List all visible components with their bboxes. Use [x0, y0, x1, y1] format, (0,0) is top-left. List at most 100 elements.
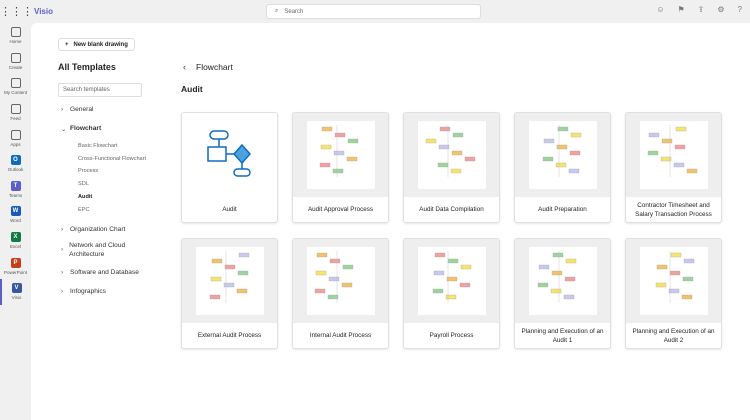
folder-icon: [10, 78, 21, 89]
template-thumbnail: [626, 239, 721, 323]
rail-item-teams[interactable]: T Teams: [0, 177, 31, 203]
new-blank-label: New blank drawing: [73, 41, 128, 48]
rail-label: My Content: [3, 90, 27, 96]
template-label: Audit Data Compilation: [419, 206, 484, 214]
help-icon[interactable]: ?: [738, 5, 742, 14]
search-templates-input[interactable]: Search templates: [58, 83, 142, 97]
excel-icon: X: [10, 232, 21, 243]
rail-label: Home: [9, 39, 22, 45]
category-flowchart[interactable]: ⌄ Flowchart: [61, 125, 101, 133]
plus-icon: +: [65, 41, 69, 48]
template-thumbnail: [404, 239, 499, 323]
word-icon: W: [10, 206, 21, 217]
search-icon: ⌕: [275, 8, 279, 14]
category-software-database[interactable]: › Software and Database: [61, 269, 139, 276]
back-arrow-icon[interactable]: ‹: [183, 62, 186, 72]
rail-item-home[interactable]: Home: [0, 23, 31, 49]
section-title: Audit: [181, 84, 203, 94]
powerpoint-icon: P: [10, 257, 21, 268]
template-card[interactable]: Audit Data Compilation: [403, 112, 500, 223]
category-label: General: [70, 106, 94, 113]
share-icon[interactable]: ⇪: [698, 5, 705, 14]
template-card[interactable]: External Audit Process: [181, 238, 278, 349]
template-thumbnail: [293, 113, 388, 197]
chevron-down-icon: ⌄: [61, 126, 67, 133]
rail-label: Word: [10, 218, 21, 224]
subitem-sdl[interactable]: SDL: [78, 181, 89, 187]
app-rail: Home Create My Content Feed Apps O Outlook T Tea…: [0, 23, 31, 420]
rail-label: Excel: [9, 244, 21, 250]
template-label: Planning and Execution of an Audit 2: [632, 328, 715, 344]
subitem-basic-flowchart[interactable]: Basic Flowchart: [78, 143, 117, 149]
category-label: Infographics: [70, 288, 106, 295]
template-thumbnail: [515, 239, 610, 323]
rail-label: Apps: [10, 141, 21, 147]
subitem-cross-functional[interactable]: Cross-Functional Flowchart: [78, 156, 146, 162]
template-card[interactable]: Contractor Timesheet and Salary Transact…: [625, 112, 722, 223]
template-card[interactable]: Audit Approval Process: [292, 112, 389, 223]
template-thumbnail: [515, 113, 610, 197]
category-label: Organization Chart: [70, 226, 126, 233]
rail-item-create[interactable]: Create: [0, 49, 31, 75]
top-bar: ⋮⋮⋮ Visio ⌕ Search ☺ ⚑ ⇪ ⚙ ?: [0, 0, 750, 23]
app-name[interactable]: Visio: [34, 7, 53, 16]
category-label: Network and Cloud Architecture: [69, 242, 126, 258]
category-network[interactable]: › Network and Cloud Architecture: [61, 242, 141, 260]
rail-item-powerpoint[interactable]: P PowerPoint: [0, 253, 31, 279]
category-infographics[interactable]: › Infographics: [61, 288, 106, 295]
template-thumbnail: [404, 113, 499, 197]
flag-icon[interactable]: ⚑: [678, 5, 685, 14]
template-label: Planning and Execution of an Audit 1: [521, 328, 604, 344]
rail-label: Create: [8, 64, 23, 70]
new-blank-drawing-button[interactable]: + New blank drawing: [58, 38, 135, 51]
search-input[interactable]: ⌕ Search: [266, 4, 481, 19]
rail-label: PowerPoint: [3, 269, 27, 275]
rail-item-apps[interactable]: Apps: [0, 125, 31, 151]
template-label: External Audit Process: [197, 332, 262, 340]
all-templates-heading: All Templates: [58, 62, 116, 72]
template-thumbnail: [293, 239, 388, 323]
feed-icon: [10, 104, 21, 115]
search-placeholder: Search: [284, 8, 304, 15]
rail-item-my-content[interactable]: My Content: [0, 74, 31, 100]
chevron-right-icon: ›: [61, 226, 64, 233]
template-card[interactable]: Audit Preparation: [514, 112, 611, 223]
category-label: Software and Database: [70, 269, 139, 276]
outlook-icon: O: [10, 155, 21, 166]
rail-item-feed[interactable]: Feed: [0, 100, 31, 126]
rail-label: Outlook: [7, 167, 24, 173]
category-organization-chart[interactable]: › Organization Chart: [61, 226, 125, 233]
feedback-smiley-icon[interactable]: ☺: [656, 5, 664, 14]
plus-circle-icon: [10, 52, 21, 63]
template-thumbnail: [182, 113, 277, 197]
main-panel: + New blank drawing All Templates Search …: [31, 23, 750, 420]
rail-label: Visio: [11, 295, 22, 301]
home-icon: [10, 27, 21, 38]
teams-icon: T: [10, 180, 21, 191]
template-card[interactable]: Planning and Execution of an Audit 2: [625, 238, 722, 349]
template-card[interactable]: Audit: [181, 112, 278, 223]
subitem-epc[interactable]: EPC: [78, 207, 90, 213]
template-thumbnail: [626, 113, 721, 197]
category-general[interactable]: › General: [61, 106, 93, 113]
template-card[interactable]: Payroll Process: [403, 238, 500, 349]
rail-item-visio[interactable]: V Visio: [0, 278, 31, 305]
subitem-process[interactable]: Process: [78, 168, 98, 174]
chevron-right-icon: ›: [61, 269, 64, 276]
settings-gear-icon[interactable]: ⚙: [717, 5, 724, 14]
chevron-right-icon: ›: [61, 106, 64, 113]
template-label: Audit: [222, 206, 237, 214]
template-card[interactable]: Internal Audit Process: [292, 238, 389, 349]
rail-label: Teams: [8, 192, 23, 198]
template-card[interactable]: Planning and Execution of an Audit 1: [514, 238, 611, 349]
template-label: Audit Preparation: [538, 206, 587, 214]
template-label: Internal Audit Process: [309, 332, 372, 340]
template-label: Payroll Process: [429, 332, 474, 340]
template-label: Audit Approval Process: [307, 206, 374, 214]
category-label: Flowchart: [70, 125, 102, 132]
rail-item-outlook[interactable]: O Outlook: [0, 151, 31, 177]
app-launcher-icon[interactable]: ⋮⋮⋮: [0, 5, 33, 18]
rail-item-word[interactable]: W Word: [0, 202, 31, 228]
subitem-audit[interactable]: Audit: [78, 194, 92, 200]
rail-item-excel[interactable]: X Excel: [0, 228, 31, 254]
